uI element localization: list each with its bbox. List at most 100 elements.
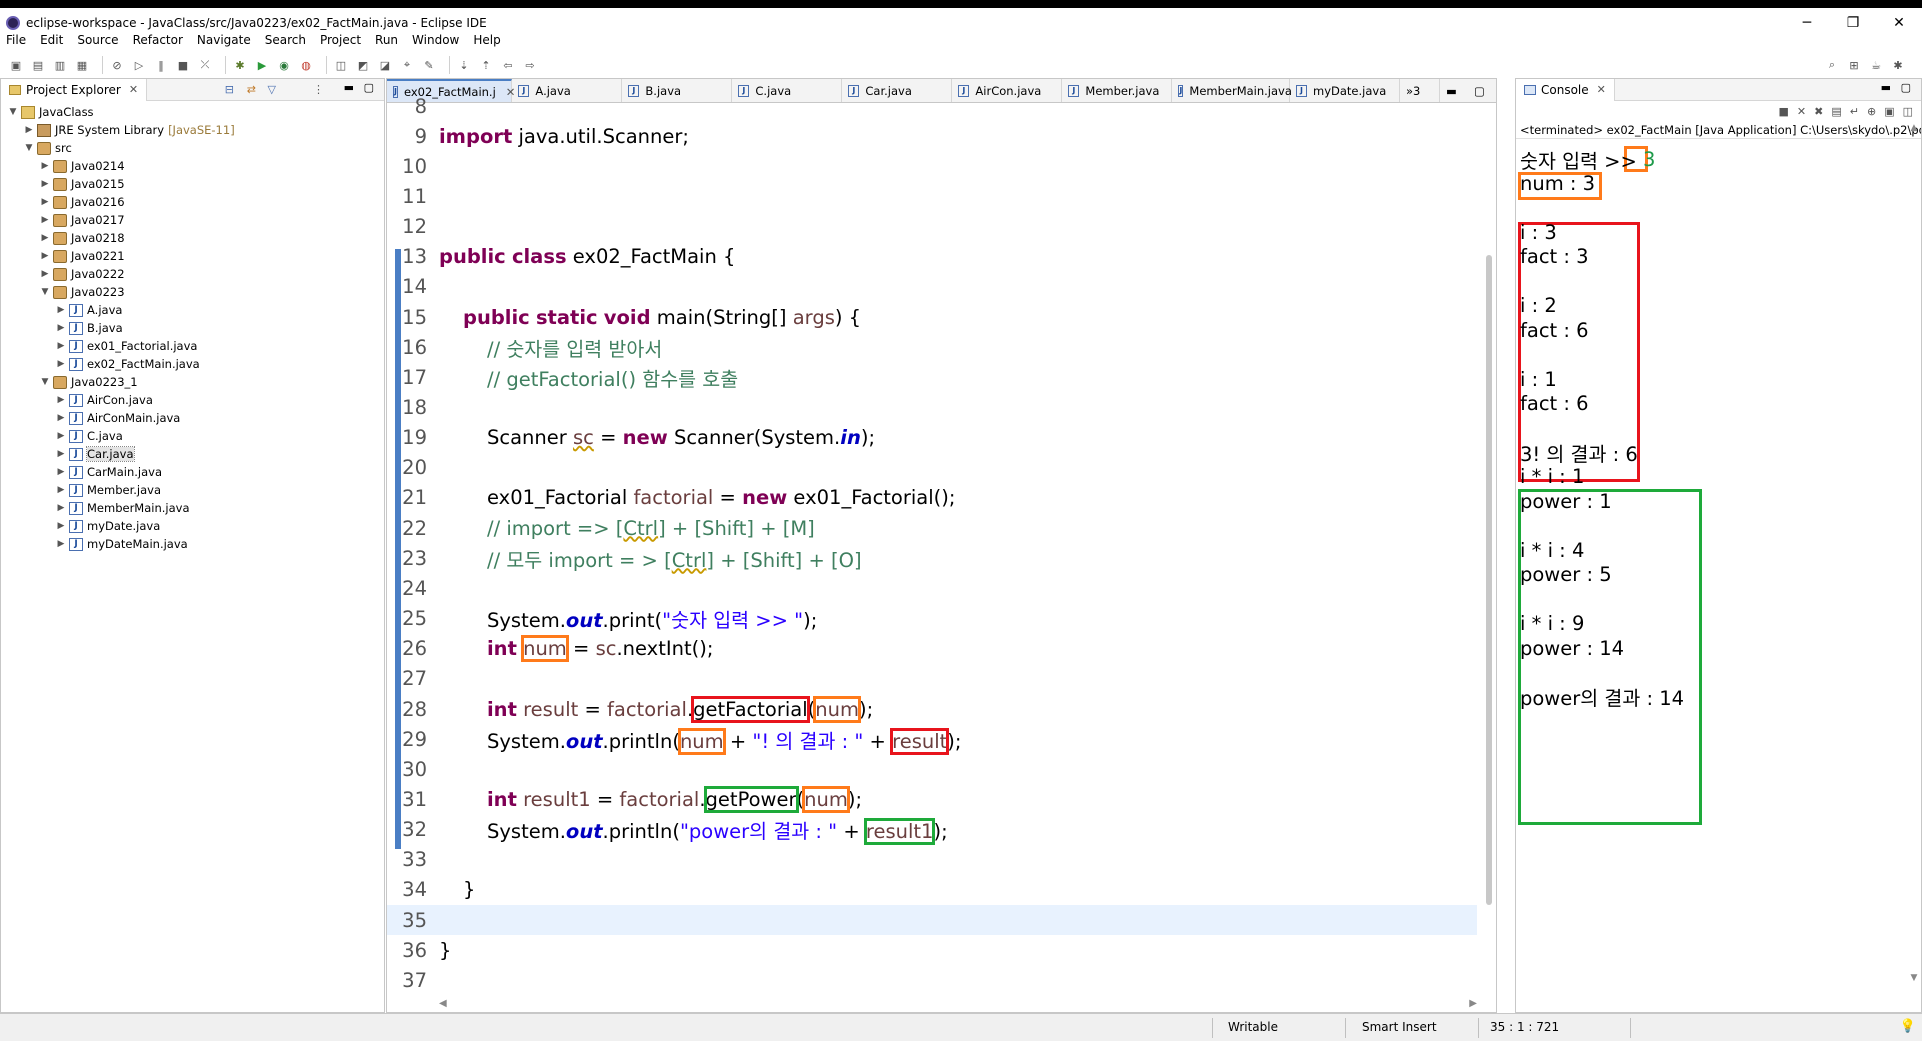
remove-launch-icon[interactable]: ✕ — [1797, 105, 1806, 118]
new-icon[interactable]: ▣ — [8, 57, 24, 73]
scroll-thumb[interactable] — [1486, 255, 1492, 905]
code-line[interactable]: 37 — [387, 965, 1477, 995]
tree-item[interactable]: ▶ JRE System Library [JavaSE-11] — [1, 121, 384, 139]
maximize-view-icon[interactable]: ▢ — [364, 81, 374, 94]
pin-console-icon[interactable]: ⊕ — [1867, 105, 1876, 118]
code-line[interactable]: 33 — [387, 845, 1477, 875]
code-line[interactable]: 12 — [387, 212, 1477, 242]
lightbulb-icon[interactable]: 💡 — [1900, 1019, 1916, 1034]
menu-item-help[interactable]: Help — [473, 33, 500, 47]
tree-item[interactable]: ▶ Java0222 — [1, 265, 384, 283]
coverage-icon[interactable]: ◉ — [276, 57, 292, 73]
tree-item[interactable]: ▶ J AirConMain.java — [1, 409, 384, 427]
code-editor[interactable]: 8 9 import java.util.Scanner; 10 11 12 13 publi… — [387, 95, 1496, 992]
chevron-right-icon[interactable]: ▶ — [55, 341, 67, 351]
tree-item[interactable]: ▶ Java0218 — [1, 229, 384, 247]
menu-item-edit[interactable]: Edit — [40, 33, 63, 47]
save-icon[interactable]: ▤ — [30, 57, 46, 73]
code-line[interactable]: 11 — [387, 181, 1477, 211]
disconnect-icon[interactable]: ⤫ — [197, 57, 213, 73]
chevron-down-icon[interactable]: ▼ — [39, 287, 51, 297]
tree-item[interactable]: ▶ Java0216 — [1, 193, 384, 211]
code-line[interactable]: 34} — [387, 875, 1477, 905]
java-perspective-icon[interactable]: ☕ — [1868, 57, 1884, 73]
chevron-right-icon[interactable]: ▶ — [39, 161, 51, 171]
chevron-right-icon[interactable]: ▶ — [55, 413, 67, 423]
tree-item[interactable]: ▶ J A.java — [1, 301, 384, 319]
console-vertical-scrollbar[interactable]: ▲ ▼ — [1909, 123, 1919, 983]
code-line[interactable]: 23// 모두 import = > [Ctrl] + [Shift] + [O… — [387, 543, 1477, 573]
tree-item[interactable]: ▶ Jex02_FactMain.java — [1, 355, 384, 373]
view-menu-icon[interactable]: ⋮ — [313, 83, 324, 96]
print-icon[interactable]: ▦ — [74, 57, 90, 73]
code-line[interactable]: 25 System.out.print("숫자 입력 >> "); — [387, 604, 1477, 634]
tree-item[interactable]: ▶ Java0217 — [1, 211, 384, 229]
search-tool-icon[interactable]: ✎ — [421, 57, 437, 73]
save-all-icon[interactable]: ▥ — [52, 57, 68, 73]
chevron-right-icon[interactable]: ▶ — [39, 251, 51, 261]
tree-item[interactable]: ▶ J CarMain.java — [1, 463, 384, 481]
tree-item[interactable]: ▼ Java0223_1 — [1, 373, 384, 391]
chevron-right-icon[interactable]: ▶ — [55, 485, 67, 495]
scroll-up-icon[interactable]: ▲ — [1911, 123, 1918, 133]
editor-vertical-scrollbar[interactable] — [1484, 105, 1494, 985]
scroll-right-icon[interactable]: ▶ — [1469, 998, 1477, 1009]
chevron-right-icon[interactable]: ▶ — [23, 125, 35, 135]
chevron-right-icon[interactable]: ▶ — [55, 305, 67, 315]
tree-item[interactable]: ▶ J B.java — [1, 319, 384, 337]
menu-item-run[interactable]: Run — [375, 33, 398, 47]
skip-breakpoints-icon[interactable]: ⊘ — [109, 57, 125, 73]
link-editor-icon[interactable]: ⇄ — [247, 83, 256, 96]
code-line[interactable]: 21 ex01_Factorial factorial = new ex01_Fa… — [387, 483, 1477, 513]
code-line[interactable]: 31 int result1 = factorial.getPower(num); — [387, 784, 1477, 814]
close-icon[interactable]: ✕ — [129, 83, 138, 96]
tree-item[interactable]: ▶ Java0214 — [1, 157, 384, 175]
minimize-view-icon[interactable]: ▬ — [1881, 81, 1891, 94]
terminate-icon[interactable]: ■ — [1779, 105, 1789, 118]
code-line[interactable]: 16 // 숫자를 입력 받아서 — [387, 332, 1477, 362]
menu-item-search[interactable]: Search — [265, 33, 306, 47]
chevron-right-icon[interactable]: ▶ — [55, 359, 67, 369]
tree-item[interactable]: ▶ J AirCon.java — [1, 391, 384, 409]
code-line[interactable]: 9 import java.util.Scanner; — [387, 121, 1477, 151]
chevron-right-icon[interactable]: ▶ — [55, 467, 67, 477]
code-line[interactable]: 27 — [387, 664, 1477, 694]
code-line[interactable]: 10 — [387, 151, 1477, 181]
code-line[interactable]: 18 — [387, 393, 1477, 423]
menu-item-navigate[interactable]: Navigate — [197, 33, 251, 47]
tab-console[interactable]: Console ✕ — [1516, 78, 1615, 101]
tree-item[interactable]: ▶ J MemberMain.java — [1, 499, 384, 517]
menu-item-window[interactable]: Window — [412, 33, 459, 47]
tree-item[interactable]: ▶ Java0221 — [1, 247, 384, 265]
prev-annotation-icon[interactable]: ⇡ — [478, 57, 494, 73]
tree-item[interactable]: ▼ JavaClass — [1, 103, 384, 121]
tree-item[interactable]: ▼ src — [1, 139, 384, 157]
tree-item[interactable]: ▶ JmyDate.java — [1, 517, 384, 535]
chevron-down-icon[interactable]: ▼ — [39, 377, 51, 387]
code-line[interactable]: 14 — [387, 272, 1477, 302]
chevron-right-icon[interactable]: ▶ — [39, 215, 51, 225]
code-line[interactable]: 30 — [387, 754, 1477, 784]
debug-perspective-icon[interactable]: ✱ — [1890, 57, 1906, 73]
chevron-right-icon[interactable]: ▶ — [55, 323, 67, 333]
scroll-lock-icon[interactable]: ▤ — [1831, 105, 1841, 118]
new-class-icon[interactable]: ◪ — [377, 57, 393, 73]
code-line[interactable]: 36} — [387, 935, 1477, 965]
menu-item-refactor[interactable]: Refactor — [133, 33, 183, 47]
resume-icon[interactable]: ▷ — [131, 57, 147, 73]
tree-item[interactable]: ▶ Java0215 — [1, 175, 384, 193]
code-line[interactable]: 35 — [387, 905, 1477, 936]
chevron-right-icon[interactable]: ▶ — [55, 503, 67, 513]
code-line[interactable]: 20 — [387, 453, 1477, 483]
open-perspective-icon[interactable]: ⊞ — [1846, 57, 1862, 73]
code-line[interactable]: 13 public class ex02_FactMain { — [387, 242, 1477, 272]
code-line[interactable]: 19 Scanner sc = new Scanner(System.in); — [387, 423, 1477, 453]
menu-item-project[interactable]: Project — [320, 33, 361, 47]
terminate-icon[interactable]: ■ — [175, 57, 191, 73]
chevron-down-icon[interactable]: ▼ — [23, 143, 35, 153]
code-line[interactable]: 15 public static void main(String[] args)… — [387, 302, 1477, 332]
word-wrap-icon[interactable]: ↵ — [1850, 105, 1859, 118]
tree-item[interactable]: ▶ Jex01_Factorial.java — [1, 337, 384, 355]
close-icon[interactable]: ✕ — [1597, 83, 1606, 96]
open-type-icon[interactable]: ⌖ — [399, 57, 415, 73]
